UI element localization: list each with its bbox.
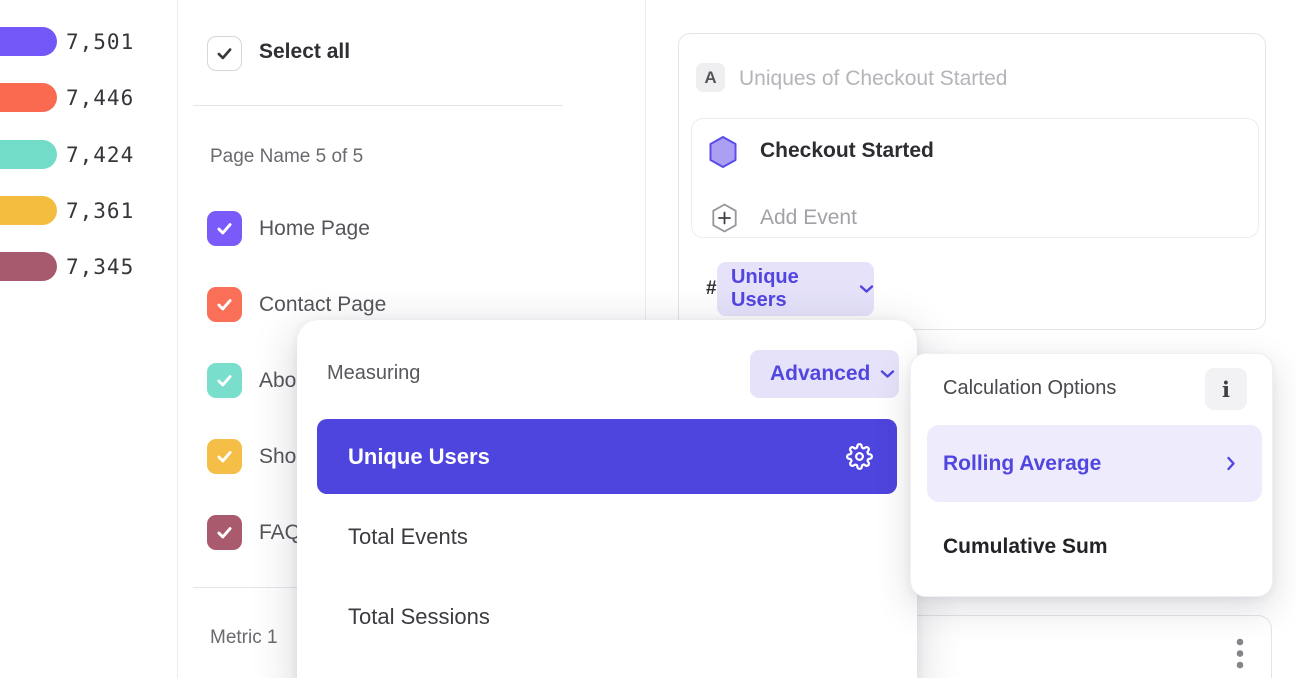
legend-swatch	[0, 252, 57, 281]
select-all-checkbox[interactable]	[207, 36, 242, 71]
checkbox-shop-page[interactable]	[207, 439, 242, 474]
advanced-dropdown-value: Advanced	[770, 362, 870, 386]
legend-swatch	[0, 83, 57, 112]
add-event-label[interactable]: Add Event	[760, 206, 857, 230]
legend-value: 7,446	[66, 84, 134, 112]
check-icon	[215, 523, 234, 542]
advanced-dropdown[interactable]: Advanced	[750, 350, 899, 398]
filter-row-label: Home Page	[259, 215, 370, 242]
menu-option-total-events[interactable]: Total Events	[348, 524, 468, 550]
more-options-icon[interactable]	[1233, 637, 1247, 671]
calc-option-rolling-average[interactable]: Rolling Average	[927, 425, 1262, 502]
check-icon	[215, 44, 234, 63]
select-all-label: Select all	[259, 40, 350, 64]
measure-dropdown-value: Unique Users	[731, 266, 849, 312]
checkbox-about-page[interactable]	[207, 363, 242, 398]
legend-value: 7,361	[66, 197, 134, 225]
legend-swatch	[0, 27, 57, 56]
checkbox-home-page[interactable]	[207, 211, 242, 246]
calculation-options-title: Calculation Options	[943, 377, 1116, 400]
legend-value: 7,424	[66, 141, 134, 169]
legend-swatch	[0, 196, 57, 225]
measure-dropdown[interactable]: Unique Users	[717, 262, 874, 316]
metric-card-primary: A Uniques of Checkout Started Checkout S…	[678, 33, 1266, 330]
menu-option-label: Unique Users	[348, 444, 490, 470]
chevron-down-icon	[859, 284, 874, 294]
metric-title-input[interactable]: Uniques of Checkout Started	[739, 67, 1008, 91]
chevron-right-icon	[1226, 456, 1236, 471]
chevron-down-icon	[880, 369, 895, 379]
check-icon	[215, 447, 234, 466]
check-icon	[215, 295, 234, 314]
filter-group-label: Page Name 5 of 5	[210, 146, 363, 168]
measure-prefix: #	[706, 278, 717, 300]
menu-option-total-sessions[interactable]: Total Sessions	[348, 604, 490, 630]
gear-icon[interactable]	[846, 443, 873, 470]
divider	[193, 105, 563, 106]
event-block: Checkout Started Add Event	[691, 118, 1259, 238]
checkbox-faq-page[interactable]	[207, 515, 242, 550]
calculation-options-menu: Calculation Options i Rolling Average Cu…	[910, 353, 1273, 597]
checkbox-contact-page[interactable]	[207, 287, 242, 322]
event-hexagon-icon	[708, 135, 738, 169]
legend-value: 7,345	[66, 253, 134, 281]
check-icon	[215, 371, 234, 390]
measuring-menu-title: Measuring	[327, 362, 420, 385]
calc-option-cumulative-sum[interactable]: Cumulative Sum	[943, 535, 1108, 559]
analytics-screen: 7,501 7,446 7,424 7,361 7,345 Select all…	[0, 0, 1296, 678]
measuring-menu: Measuring Advanced Unique Users Total Ev…	[297, 320, 917, 678]
legend-swatch	[0, 140, 57, 169]
add-event-icon[interactable]	[711, 203, 738, 233]
divider	[177, 0, 178, 678]
series-badge: A	[696, 63, 725, 92]
filter-row-label: Contact Page	[259, 291, 386, 318]
legend-value: 7,501	[66, 28, 134, 56]
calc-option-label: Rolling Average	[943, 452, 1101, 476]
menu-option-unique-users[interactable]: Unique Users	[317, 419, 897, 494]
check-icon	[215, 219, 234, 238]
event-name[interactable]: Checkout Started	[760, 139, 934, 163]
metric-label: Metric 1	[210, 627, 278, 649]
info-icon[interactable]: i	[1205, 368, 1247, 410]
